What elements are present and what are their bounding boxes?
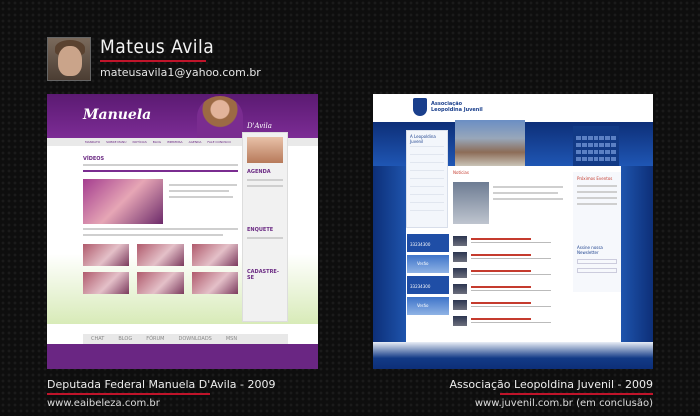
mock-video-grid — [83, 244, 238, 294]
mock-signature: D'Avila — [247, 122, 272, 130]
mock-footer-links: CHAT BLOG FÓRUM DOWNLOADS MSN — [83, 334, 288, 344]
mock-sidebar: AGENDA ENQUETE CADASTRE-SE — [242, 132, 288, 322]
mock-portrait-image — [197, 96, 243, 138]
profile-email[interactable]: mateusavila1@yahoo.com.br — [100, 66, 261, 79]
project-url-right[interactable]: www.juvenil.com.br (em conclusão) — [475, 398, 653, 409]
project-caption-left: Deputada Federal Manuela D'Avila - 2009 — [47, 378, 276, 391]
mock-left-nav: A Leopoldina Juvenil — [406, 130, 448, 228]
profile-avatar — [47, 37, 91, 81]
mock-footer — [47, 344, 318, 369]
mock-video-player — [83, 179, 163, 224]
mock-section-title: VÍDEOS — [83, 156, 105, 162]
name-underline — [100, 60, 206, 62]
crest-icon — [413, 98, 427, 116]
project-thumbnail-manuela[interactable]: Manuela D'Avila MANDATO SOBRE MANU NOTÍCI… — [47, 94, 318, 369]
project-caption-right: Associação Leopoldina Juvenil - 2009 — [449, 378, 653, 391]
mock-title: Associação Leopoldina Juvenil — [431, 101, 483, 113]
mock-building-image — [455, 120, 525, 166]
profile-name: Mateus Avila — [100, 36, 215, 58]
mock-right-column: Próximos Eventos Assine nossa Newsletter — [573, 172, 621, 292]
mock-footer — [373, 342, 653, 369]
project-thumbnail-leopoldina[interactable]: Associação Leopoldina Juvenil Busca no si… — [373, 94, 653, 369]
mock-calendar — [573, 126, 619, 166]
project-url-left[interactable]: www.eaibeleza.com.br — [47, 398, 160, 409]
mock-logo: Manuela — [83, 107, 152, 123]
